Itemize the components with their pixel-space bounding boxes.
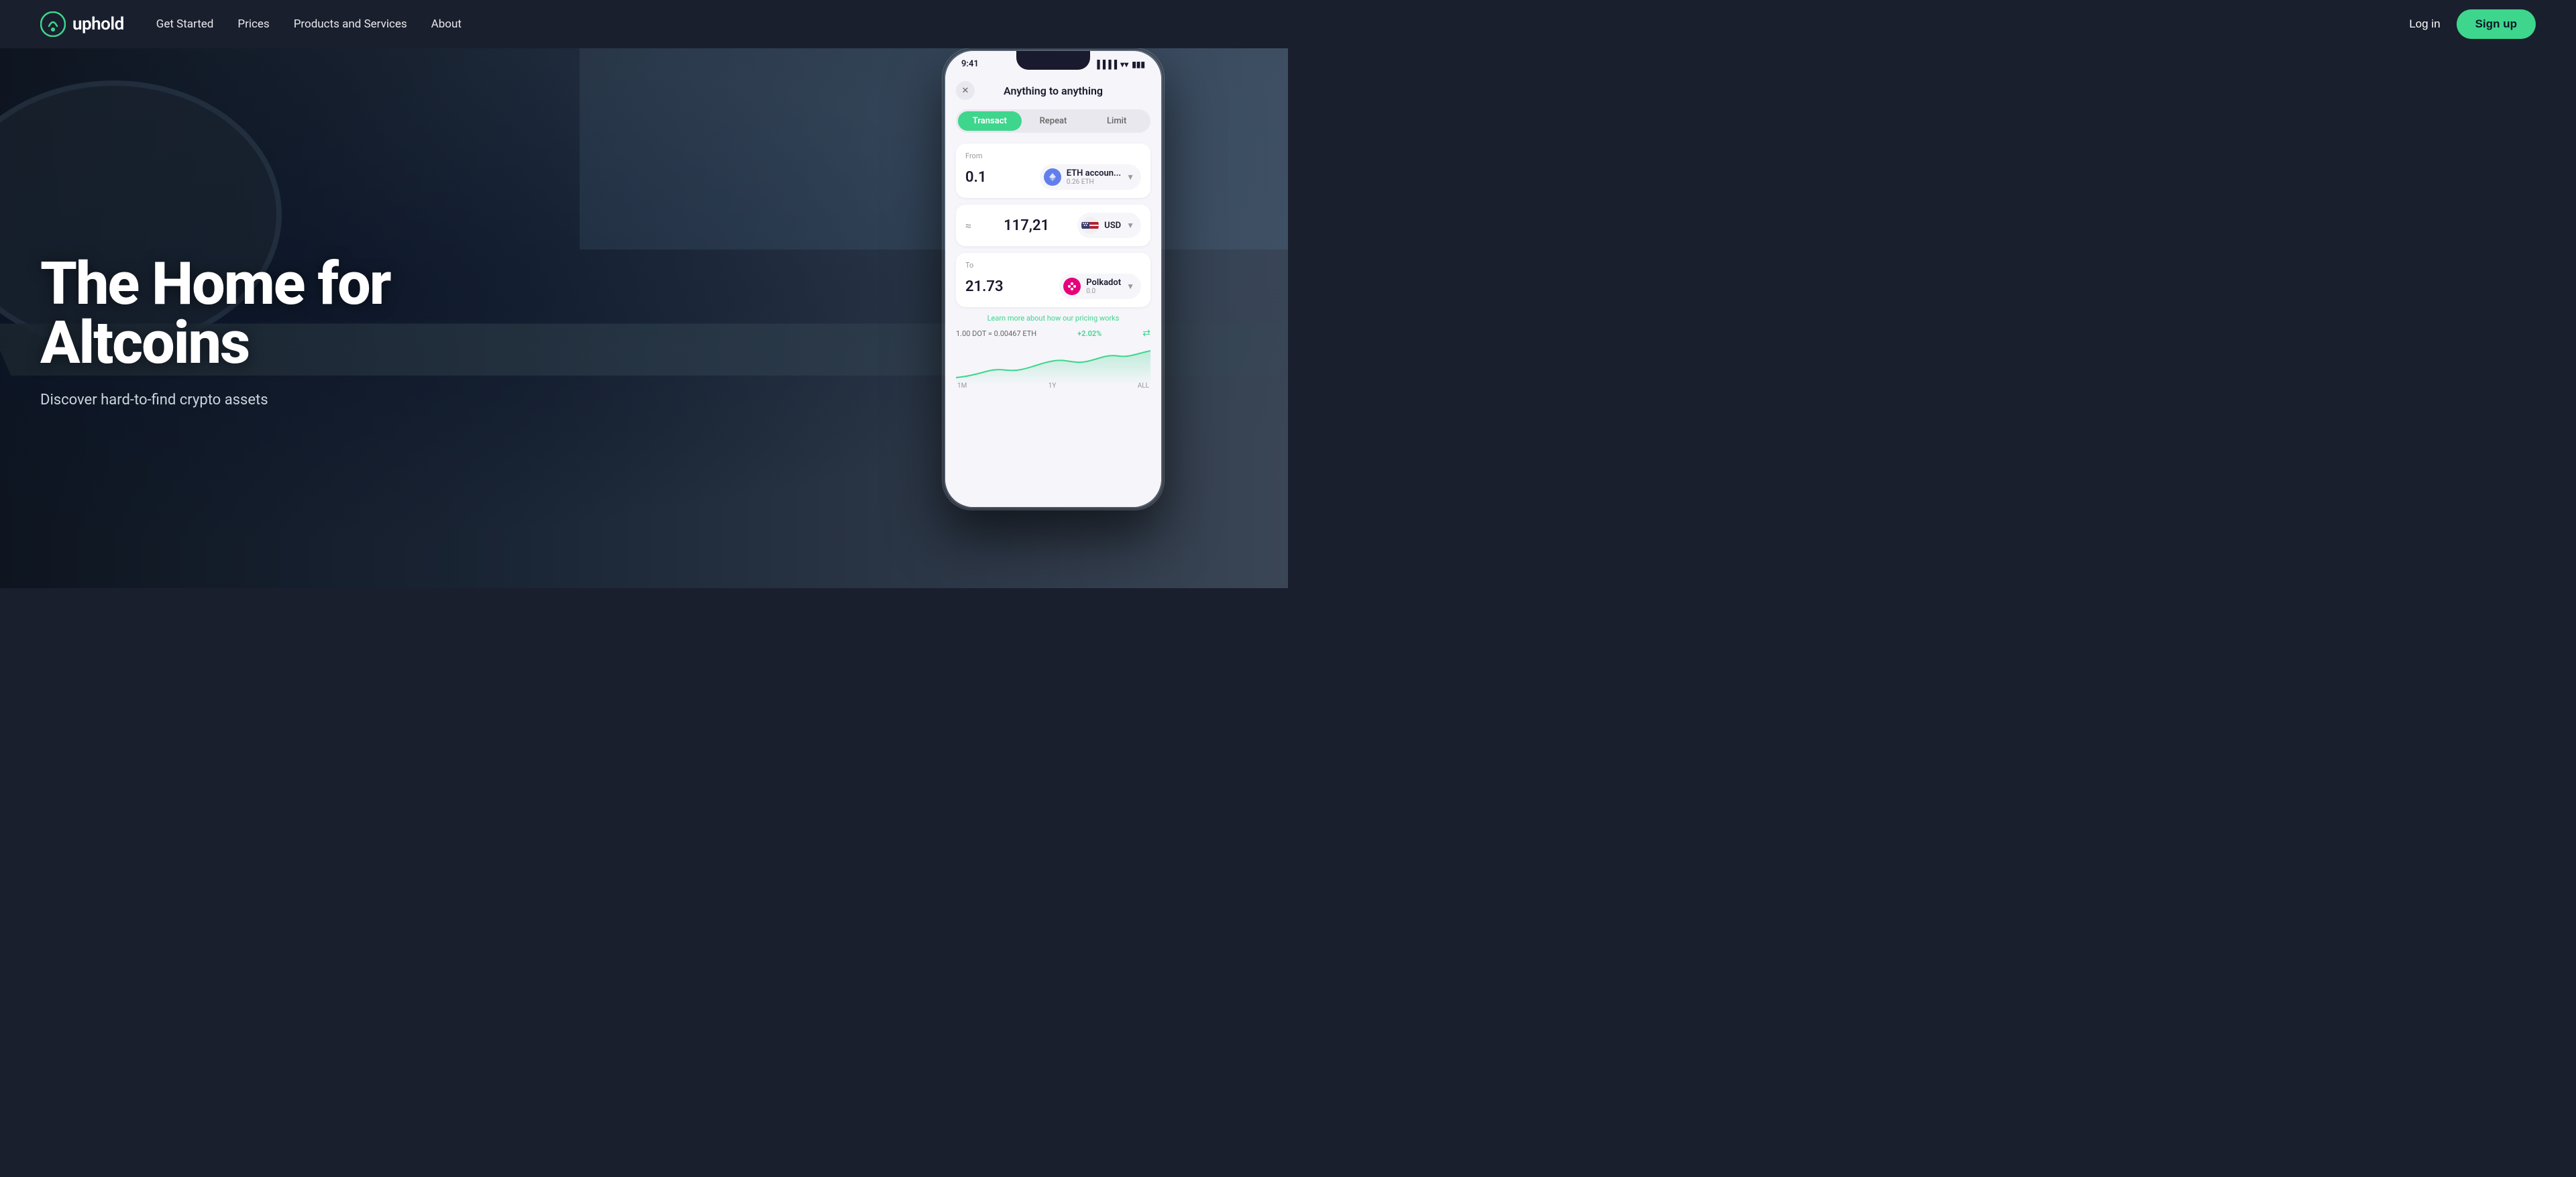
from-card: From 0.1 — [956, 144, 1150, 198]
from-asset-balance: 0.26 ETH — [1067, 178, 1121, 186]
rate-change: +2.02% — [1077, 329, 1102, 338]
app-title: Anything to anything — [975, 85, 1132, 97]
to-asset-balance: 0.0 — [1086, 288, 1121, 295]
to-asset-name: Polkadot — [1086, 278, 1121, 288]
hero-title-line2: Altcoins — [40, 309, 249, 378]
app-content: ✕ Anything to anything Transact Repeat L… — [945, 73, 1161, 399]
tab-transact[interactable]: Transact — [958, 111, 1022, 131]
swap-arrows-icon[interactable]: ⇄ — [1142, 328, 1150, 339]
from-asset-info: ETH accoun... 0.26 ETH — [1067, 168, 1121, 186]
signup-button[interactable]: Sign up — [2457, 9, 2536, 39]
chart-label-1y[interactable]: 1Y — [1049, 382, 1057, 390]
rate-text: 1.00 DOT = 0.00467 ETH — [956, 329, 1036, 338]
close-button[interactable]: ✕ — [956, 81, 975, 100]
battery-icon: ▮▮▮ — [1132, 60, 1145, 69]
nav-item-products-services[interactable]: Products and Services — [294, 17, 407, 31]
middle-asset-name: USD — [1104, 221, 1121, 231]
chart-label-all[interactable]: ALL — [1138, 382, 1149, 390]
from-asset-name: ETH accoun... — [1067, 168, 1121, 178]
phone-mockup-wrapper: 9:41 ▐▐▐▐ ▾▾ ▮▮▮ ✕ Anything to anything — [926, 48, 1181, 588]
hero-section: The Home for Altcoins Discover hard-to-f… — [0, 0, 1288, 588]
wifi-icon: ▾▾ — [1120, 60, 1128, 69]
from-asset[interactable]: ETH accoun... 0.26 ETH ▼ — [1040, 164, 1141, 190]
login-button[interactable]: Log in — [2409, 17, 2440, 31]
app-header: ✕ Anything to anything — [956, 81, 1150, 100]
hero-title: The Home for Altcoins — [40, 255, 390, 373]
uphold-logo-icon — [40, 11, 66, 37]
nav-link-products-services[interactable]: Products and Services — [294, 17, 407, 31]
nav-link-about[interactable]: About — [431, 17, 462, 31]
middle-asset[interactable]: USD ▼ — [1077, 213, 1141, 238]
to-card: To 21.73 — [956, 253, 1150, 307]
middle-chevron-icon: ▼ — [1126, 221, 1134, 230]
phone-notch — [1016, 51, 1090, 70]
middle-card: ≈ 117,21 — [956, 205, 1150, 246]
nav-links: Get Started Prices Products and Services… — [156, 17, 462, 31]
nav-item-prices[interactable]: Prices — [237, 17, 269, 31]
from-label: From — [965, 152, 1141, 160]
to-label: To — [965, 261, 1141, 270]
hero-subtitle: Discover hard-to-find crypto assets — [40, 392, 390, 408]
eth-icon — [1044, 168, 1061, 186]
phone-screen: 9:41 ▐▐▐▐ ▾▾ ▮▮▮ ✕ Anything to anything — [945, 51, 1161, 507]
signal-icon: ▐▐▐▐ — [1094, 60, 1117, 69]
logo-link[interactable]: uphold — [40, 11, 124, 37]
from-row: 0.1 ETH accoun... — [965, 164, 1141, 190]
chart-label-1m[interactable]: 1M — [957, 382, 967, 390]
to-chevron-icon: ▼ — [1126, 282, 1134, 291]
middle-row: ≈ 117,21 — [965, 213, 1141, 238]
pricing-link[interactable]: Learn more about how our pricing works — [956, 314, 1150, 323]
mini-chart: 1M 1Y ALL — [956, 344, 1150, 391]
to-asset-info: Polkadot 0.0 — [1086, 278, 1121, 295]
chart-svg — [956, 344, 1150, 384]
hero-content: The Home for Altcoins Discover hard-to-f… — [40, 255, 390, 408]
status-time: 9:41 — [961, 59, 979, 69]
rate-row: 1.00 DOT = 0.00467 ETH +2.02% ⇄ — [956, 328, 1150, 339]
phone-outer-shell: 9:41 ▐▐▐▐ ▾▾ ▮▮▮ ✕ Anything to anything — [943, 48, 1164, 510]
tab-limit[interactable]: Limit — [1085, 111, 1148, 131]
nav-right: Log in Sign up — [2409, 9, 2536, 39]
nav-link-get-started[interactable]: Get Started — [156, 17, 214, 31]
from-amount: 0.1 — [965, 169, 986, 186]
from-chevron-icon: ▼ — [1126, 172, 1134, 182]
logo-text: uphold — [72, 14, 124, 34]
app-tabs: Transact Repeat Limit — [956, 109, 1150, 133]
to-row: 21.73 — [965, 274, 1141, 299]
nav-left: uphold Get Started Prices Products and S… — [40, 11, 462, 37]
to-asset[interactable]: Polkadot 0.0 ▼ — [1059, 274, 1141, 299]
chart-labels: 1M 1Y ALL — [956, 382, 1150, 390]
equals-icon: ≈ — [965, 219, 971, 232]
middle-amount: 117,21 — [1004, 217, 1049, 234]
nav-link-prices[interactable]: Prices — [237, 17, 269, 31]
status-icons: ▐▐▐▐ ▾▾ ▮▮▮ — [1094, 60, 1145, 69]
to-amount: 21.73 — [965, 278, 1004, 295]
nav-item-get-started[interactable]: Get Started — [156, 17, 214, 31]
usd-flag-icon — [1081, 217, 1099, 234]
phone-inner-shell: 9:41 ▐▐▐▐ ▾▾ ▮▮▮ ✕ Anything to anything — [945, 51, 1161, 507]
navbar: uphold Get Started Prices Products and S… — [0, 0, 2576, 48]
nav-item-about[interactable]: About — [431, 17, 462, 31]
tab-repeat[interactable]: Repeat — [1022, 111, 1085, 131]
dot-icon — [1063, 278, 1081, 295]
